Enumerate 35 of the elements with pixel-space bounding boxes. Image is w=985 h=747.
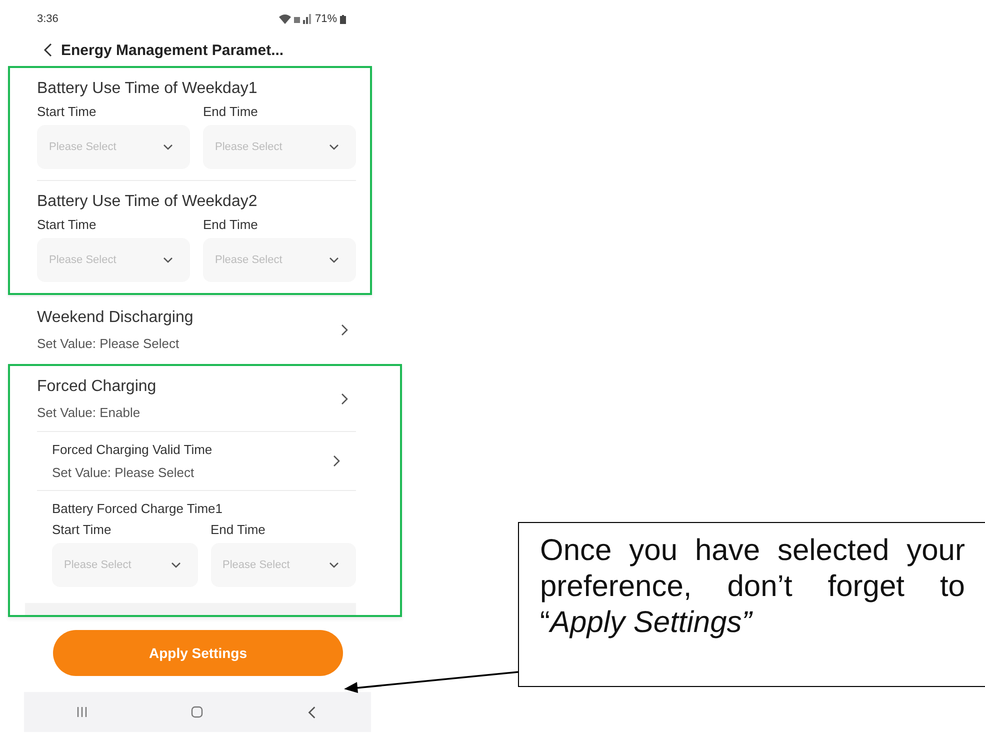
setting-title: Forced Charging [37,378,156,396]
setting-title: Forced Charging Valid Time [52,442,212,457]
setting-value: Set Value: Please Select [37,336,180,351]
field-label: Start Time [37,217,98,232]
section-title: Battery Use Time of Weekday2 [37,193,258,211]
field-label: Start Time [37,104,98,119]
signal-icon [294,14,312,24]
section-title: Battery Forced Charge Time1 [52,501,224,516]
status-time: 3:36 [37,13,58,25]
recent-apps-icon[interactable] [76,706,88,718]
section-title: Battery Use Time of Weekday1 [37,80,258,98]
time-select[interactable]: Please Select [37,238,190,282]
battery-icon [340,14,346,24]
setting-row[interactable]: Weekend Discharging Set Value: Please Select [37,309,356,351]
setting-row[interactable]: Forced Charging Valid Time Set Value: Please Select [52,442,356,480]
setting-row[interactable]: Forced Charging Set Value: Enable [37,378,356,420]
apply-settings-button[interactable]: Apply Settings [53,630,343,676]
field-label: End Time [203,217,259,232]
time-select[interactable]: Please Select [203,238,356,282]
time-select[interactable]: Please Select [52,543,198,587]
home-icon[interactable] [190,706,203,718]
time-select[interactable]: Please Select [210,543,356,587]
setting-title: Weekend Discharging [37,309,194,327]
page-title: Energy Management Paramet... [61,42,284,58]
callout-text: Once you have selected your preference, don’t forget to “Apply Settings” [540,533,965,641]
battery-level: 71% [314,13,337,25]
time-select[interactable]: Please Select [203,125,356,169]
back-icon[interactable] [43,43,53,57]
setting-value: Set Value: Please Select [52,465,196,480]
setting-value: Set Value: Enable [37,405,142,420]
field-label: Start Time [52,522,112,537]
time-select[interactable]: Please Select [37,125,190,169]
field-label: End Time [210,522,266,537]
field-label: End Time [203,104,259,119]
wifi-icon [278,14,291,24]
